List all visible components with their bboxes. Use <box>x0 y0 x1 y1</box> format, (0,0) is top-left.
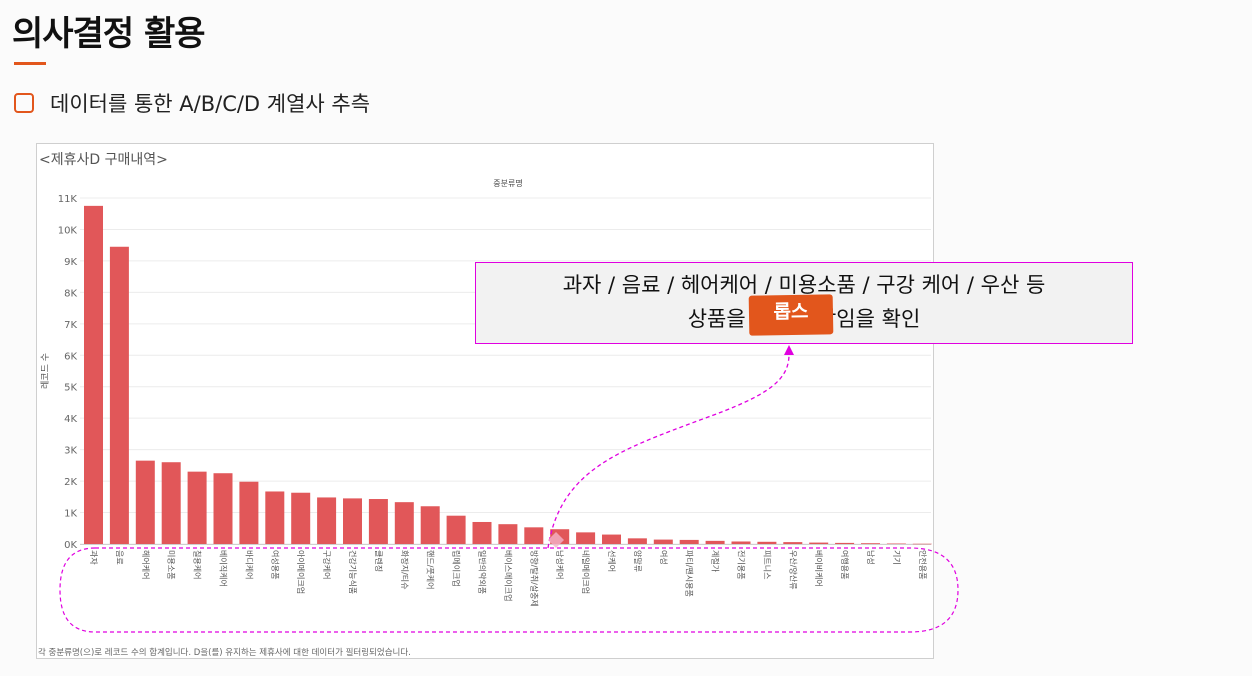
x-tick-label: 바디케어 <box>244 550 254 579</box>
bar <box>783 542 803 544</box>
y-axis-label: 레코드 수 <box>40 353 51 389</box>
bar <box>809 542 829 544</box>
bar <box>835 542 855 544</box>
x-tick-label: 베이비케어 <box>814 550 824 587</box>
x-tick-label: 방향/탈취/살충제 <box>529 550 539 607</box>
bar <box>84 205 103 544</box>
y-tick-label: 6K <box>64 351 77 362</box>
y-tick-label: 4K <box>64 414 77 425</box>
checkbox-icon <box>14 93 34 113</box>
bar <box>679 539 699 544</box>
y-tick-label: 7K <box>64 320 77 331</box>
bar <box>368 499 388 544</box>
chart-footnote: 각 중분류명(으)로 레코드 수의 합계입니다. D을(를) 유지하는 제휴사에… <box>38 647 411 658</box>
bar <box>576 532 596 544</box>
x-tick-label: 미용소품 <box>167 550 176 579</box>
x-tick-label: 음료 <box>115 550 124 565</box>
x-tick-label: 립메이크업 <box>452 550 462 587</box>
bar <box>446 515 466 544</box>
bar <box>861 543 880 544</box>
y-tick-label: 9K <box>64 257 77 268</box>
x-tick-label: 선케어 <box>607 550 617 572</box>
bar <box>394 502 414 544</box>
bullet-text: 데이터를 통한 A/B/C/D 계열사 추측 <box>50 92 371 116</box>
y-tick-label: 10K <box>58 225 78 236</box>
x-tick-label: 아이메이크업 <box>296 550 306 594</box>
bar <box>627 538 647 544</box>
bar <box>550 529 570 544</box>
bar <box>498 524 518 544</box>
page-title: 의사결정 활용 <box>12 14 206 54</box>
x-tick-label: 남성케어 <box>555 550 565 579</box>
x-tick-label: 여행용품 <box>840 550 850 579</box>
x-tick-label: 일반의약외품 <box>478 550 488 594</box>
x-tick-label: 베이직케어 <box>219 550 229 587</box>
bar <box>135 460 155 544</box>
y-tick-label: 1K <box>64 509 77 520</box>
x-tick-label: 피트니스 <box>762 550 772 579</box>
x-tick-label: 네일메이크업 <box>581 550 591 594</box>
bar <box>317 497 337 544</box>
y-tick-label: 11K <box>58 194 78 205</box>
bar <box>213 473 233 544</box>
y-tick-label: 2K <box>64 477 77 488</box>
x-tick-label: 구강케어 <box>322 550 332 579</box>
y-tick-label: 0K <box>64 540 77 551</box>
x-tick-label: 헤어케어 <box>141 550 151 579</box>
y-tick-label: 3K <box>64 446 77 457</box>
bar <box>731 541 751 544</box>
x-tick-label: 양말류 <box>633 550 642 572</box>
bar <box>187 471 207 544</box>
y-tick-label: 5K <box>64 383 77 394</box>
x-tick-label: 우산/양산류 <box>788 550 798 590</box>
x-tick-label: 전기용품 <box>737 550 747 579</box>
x-tick-label: 기기 <box>892 550 901 565</box>
bar <box>524 527 544 544</box>
x-tick-label: 핸드/풋케어 <box>426 550 436 590</box>
x-tick-label: 과자 <box>89 550 98 565</box>
title-underline <box>14 62 46 65</box>
bar <box>420 506 440 544</box>
x-tick-label: 베이스메이크업 <box>503 550 513 602</box>
bar <box>472 521 492 544</box>
lohbs-badge: 롭스 <box>748 294 834 336</box>
bar <box>705 540 725 544</box>
x-tick-label: 클렌징 <box>374 550 384 572</box>
bar <box>653 539 673 544</box>
x-tick-label: 여성용품 <box>270 550 280 579</box>
bullet-row: 데이터를 통한 A/B/C/D 계열사 추측 <box>14 88 370 118</box>
x-tick-label: 칠용케어 <box>193 550 203 579</box>
bar <box>265 491 285 544</box>
bar <box>912 543 932 545</box>
bar-chart: <제휴사D 구매내역> 중분류명 0K 1K 2K 3K 4K 5K 6K 7K 8K 9K 10K 11… <box>38 152 932 658</box>
x-tick-label: 화장지/티슈 <box>400 550 410 590</box>
x-tick-label: 건강기능식품 <box>348 550 358 594</box>
x-tick-label: 계절가 <box>711 550 721 573</box>
x-tick-label: 여성 <box>659 550 669 565</box>
bar <box>291 492 311 544</box>
chart-subtitle: 중분류명 <box>493 178 522 188</box>
bar <box>602 534 621 544</box>
chart-title: <제휴사D 구매내역> <box>39 152 168 168</box>
x-tick-label: 남성 <box>866 550 875 565</box>
bar <box>757 541 777 544</box>
bar <box>109 246 129 544</box>
bar <box>886 543 906 545</box>
y-tick-label: 8K <box>64 288 77 299</box>
bar <box>161 462 181 544</box>
x-tick-label: 안전용품 <box>918 550 928 579</box>
bar <box>239 481 259 544</box>
bar <box>343 498 362 544</box>
x-tick-label: 파티/팬시용품 <box>685 550 694 597</box>
